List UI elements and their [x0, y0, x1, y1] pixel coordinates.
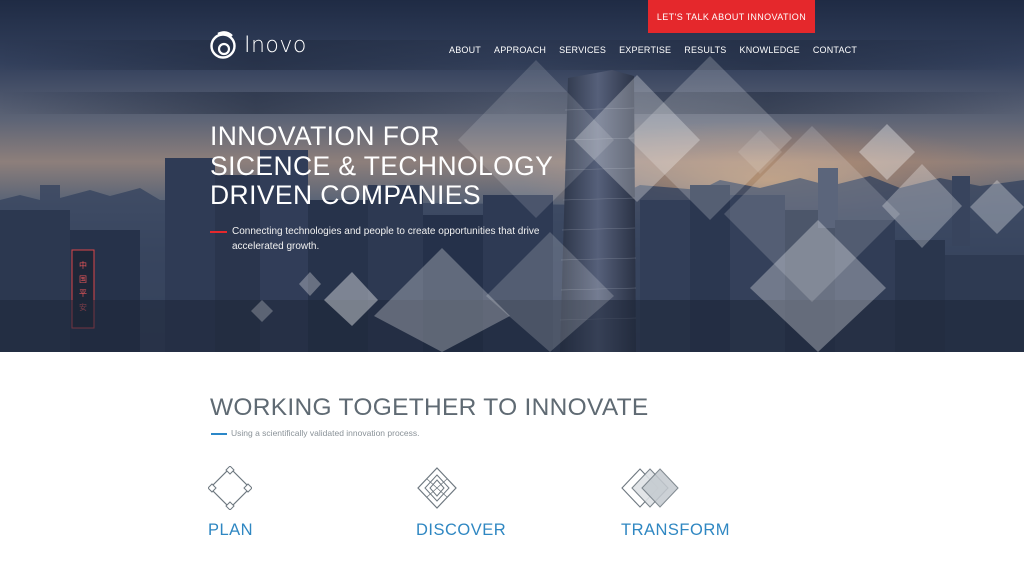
svg-text:平: 平: [79, 289, 87, 298]
lets-talk-button[interactable]: LET'S TALK ABOUT INNOVATION: [648, 0, 815, 33]
step-transform[interactable]: TRANSFORM: [621, 466, 730, 540]
nav-item-about[interactable]: ABOUT: [449, 45, 481, 55]
hero-title-line: INNOVATION FOR: [210, 121, 440, 151]
hero-subtitle: Connecting technologies and people to cr…: [210, 224, 542, 254]
plan-diamond-icon: [208, 466, 252, 510]
blue-dash-divider: [211, 433, 227, 435]
section-title: WORKING TOGETHER TO INNOVATE: [210, 394, 649, 421]
brand-name: Inovo: [244, 32, 307, 58]
step-discover[interactable]: DISCOVER: [416, 466, 506, 540]
section-subtitle-text: Using a scientifically validated innovat…: [231, 428, 420, 438]
nav-item-expertise[interactable]: EXPERTISE: [619, 45, 671, 55]
discover-diamond-icon: [417, 467, 457, 509]
inovo-logo-mark-icon: [210, 31, 236, 59]
hero-subtitle-text: Connecting technologies and people to cr…: [232, 226, 540, 252]
nav-item-contact[interactable]: CONTACT: [813, 45, 857, 55]
svg-text:中: 中: [79, 260, 87, 270]
nav-item-results[interactable]: RESULTS: [684, 45, 726, 55]
step-plan-label: PLAN: [208, 521, 254, 539]
nav-item-approach[interactable]: APPROACH: [494, 45, 546, 55]
red-dash-divider: [210, 231, 227, 233]
section-subtitle: Using a scientifically validated innovat…: [211, 428, 420, 438]
inovo-logo[interactable]: Inovo: [208, 28, 307, 62]
hero-title-line: SICENCE & TECHNOLOGY: [210, 150, 554, 181]
svg-text:国: 国: [79, 275, 87, 284]
hero-title: INNOVATION FOR SICENCE & TECHNOLOGY DRIV…: [210, 121, 554, 211]
transform-diamonds-icon: [621, 468, 679, 508]
step-plan[interactable]: PLAN: [208, 466, 253, 540]
main-nav: ABOUT APPROACH SERVICES EXPERTISE RESULT…: [449, 45, 857, 55]
hero-banner: 中 国 平 安: [0, 0, 1024, 352]
step-discover-label: DISCOVER: [416, 521, 507, 539]
step-transform-label: TRANSFORM: [621, 521, 730, 539]
nav-item-services[interactable]: SERVICES: [559, 45, 606, 55]
nav-item-knowledge[interactable]: KNOWLEDGE: [740, 45, 800, 55]
hero-title-line: DRIVEN COMPANIES: [210, 180, 481, 210]
